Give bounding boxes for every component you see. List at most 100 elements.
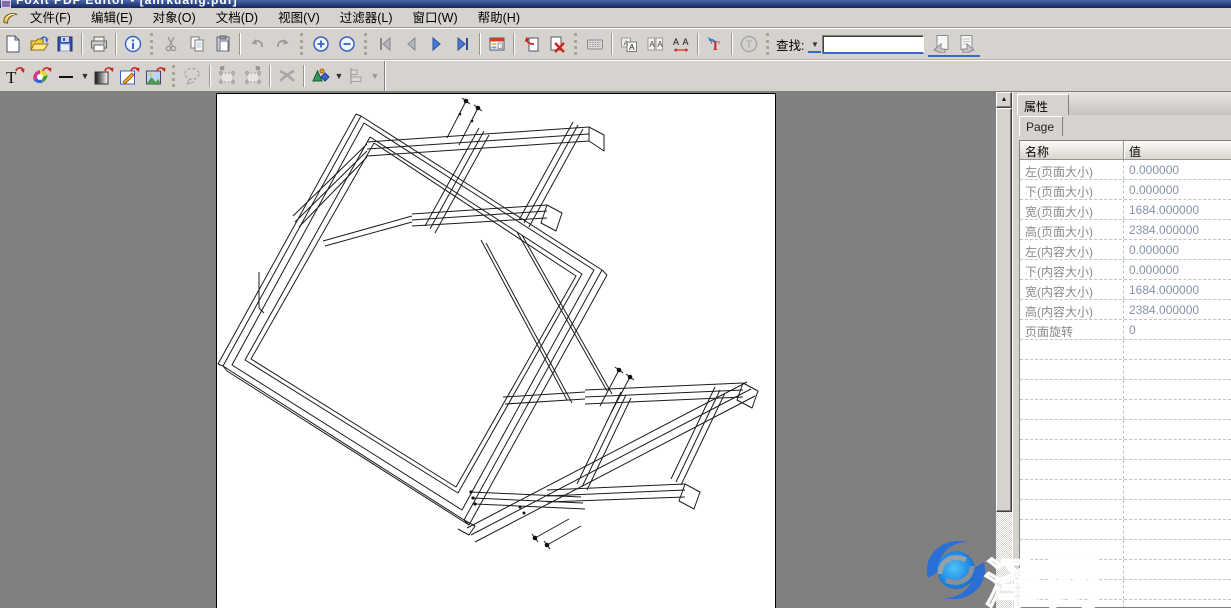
- insert-text-button[interactable]: T: [702, 31, 728, 57]
- shapes-button[interactable]: [308, 63, 334, 89]
- menu-file[interactable]: 文件(F): [20, 9, 81, 27]
- add-color-button[interactable]: [28, 63, 54, 89]
- document-page[interactable]: [216, 93, 776, 608]
- embed-font-icon: AA: [645, 34, 665, 54]
- redo-button[interactable]: [270, 31, 296, 57]
- property-row[interactable]: 页面旋转0: [1020, 320, 1231, 340]
- property-row[interactable]: 宽(内容大小)1684.000000: [1020, 280, 1231, 300]
- name-column-header[interactable]: 名称: [1020, 141, 1124, 159]
- toolbar-drag-handle[interactable]: [766, 33, 770, 55]
- properties-table: 名称 值 左(页面大小)0.000000 下(页面大小)0.000000 宽(页…: [1019, 140, 1231, 608]
- toolbar-drag-handle[interactable]: [300, 33, 304, 55]
- open-button[interactable]: [26, 31, 52, 57]
- title-bar: Foxit PDF Editor - [anrkuang.pdf]: [0, 0, 1231, 8]
- letter-spacing-button[interactable]: AA: [668, 31, 694, 57]
- previous-page-button[interactable]: [398, 31, 424, 57]
- find-next-button[interactable]: [954, 31, 980, 57]
- add-gradient-icon: [92, 65, 114, 87]
- next-page-icon: [427, 34, 447, 54]
- align-button[interactable]: [344, 63, 370, 89]
- vertical-scrollbar[interactable]: ▲: [996, 92, 1012, 608]
- menu-filter[interactable]: 过滤器(L): [330, 9, 403, 27]
- document-info-button[interactable]: [120, 31, 146, 57]
- find-input[interactable]: [822, 35, 924, 54]
- find-dropdown[interactable]: ▼: [808, 36, 821, 53]
- object-toolbar-group: T ▼ ▼ ▼: [0, 61, 385, 91]
- toolbar-separator: [239, 33, 241, 55]
- embed-font-button[interactable]: AA: [642, 31, 668, 57]
- menu-edit[interactable]: 编辑(E): [81, 9, 143, 27]
- copy-icon: [187, 34, 207, 54]
- copy-button[interactable]: [184, 31, 210, 57]
- page-thumbnails-button[interactable]: [484, 31, 510, 57]
- lasso-select-button[interactable]: [180, 63, 206, 89]
- toolbar-separator: [209, 65, 211, 87]
- add-image-button[interactable]: [142, 63, 168, 89]
- properties-tab[interactable]: 属性: [1017, 94, 1069, 115]
- screw-heads: [459, 99, 633, 548]
- print-button[interactable]: [86, 31, 112, 57]
- find-previous-icon: [931, 33, 951, 53]
- zoom-in-button[interactable]: [308, 31, 334, 57]
- svg-text:T: T: [6, 68, 17, 87]
- text-tool-button[interactable]: T: [736, 31, 762, 57]
- delete-object-button[interactable]: [274, 63, 300, 89]
- line-style-button[interactable]: [54, 63, 80, 89]
- find-label: 查找:: [776, 35, 804, 54]
- menu-window[interactable]: 窗口(W): [403, 9, 468, 27]
- scroll-up-button[interactable]: ▲: [996, 92, 1012, 108]
- property-row[interactable]: 左(页面大小)0.000000: [1020, 160, 1231, 180]
- property-row[interactable]: 下(页面大小)0.000000: [1020, 180, 1231, 200]
- edit-image-button[interactable]: [116, 63, 142, 89]
- line-style-dropdown[interactable]: ▼: [80, 71, 90, 81]
- nudge-right-button[interactable]: [240, 63, 266, 89]
- toolbar-drag-handle[interactable]: [574, 33, 578, 55]
- add-text-button[interactable]: T: [2, 63, 28, 89]
- add-gradient-button[interactable]: [90, 63, 116, 89]
- page-tab[interactable]: Page: [1019, 116, 1063, 136]
- app-icon: [1, 0, 11, 8]
- zoom-out-button[interactable]: [334, 31, 360, 57]
- scrollbar-track[interactable]: [996, 512, 1012, 608]
- replace-font-button[interactable]: AA: [616, 31, 642, 57]
- zoom-in-icon: [311, 34, 331, 54]
- value-column-header[interactable]: 值: [1124, 141, 1141, 159]
- last-page-button[interactable]: [450, 31, 476, 57]
- svg-text:T: T: [746, 40, 752, 51]
- text-tool-icon: T: [739, 34, 759, 54]
- toolbar-drag-handle[interactable]: [150, 33, 154, 55]
- cut-button[interactable]: [158, 31, 184, 57]
- property-row[interactable]: 高(页面大小)2384.000000: [1020, 220, 1231, 240]
- delete-page-button[interactable]: [544, 31, 570, 57]
- find-previous-button[interactable]: [928, 31, 954, 57]
- paste-button[interactable]: [210, 31, 236, 57]
- property-row[interactable]: 宽(页面大小)1684.000000: [1020, 200, 1231, 220]
- application-window: Foxit PDF Editor - [anrkuang.pdf] 文件(F) …: [0, 0, 1231, 608]
- insert-page-button[interactable]: [518, 31, 544, 57]
- first-page-button[interactable]: [372, 31, 398, 57]
- menu-view[interactable]: 视图(V): [268, 9, 330, 27]
- toolbar-drag-handle[interactable]: [364, 33, 368, 55]
- next-page-button[interactable]: [424, 31, 450, 57]
- property-row[interactable]: 下(内容大小)0.000000: [1020, 260, 1231, 280]
- menu-help[interactable]: 帮助(H): [468, 9, 530, 27]
- toolbar-drag-handle[interactable]: [172, 65, 176, 87]
- toolbar-separator: [697, 33, 699, 55]
- shapes-icon: [310, 65, 332, 87]
- save-button[interactable]: [52, 31, 78, 57]
- shapes-dropdown[interactable]: ▼: [334, 71, 344, 81]
- keyboard-button[interactable]: [582, 31, 608, 57]
- svg-text:A: A: [624, 41, 629, 48]
- align-dropdown[interactable]: ▼: [370, 71, 380, 81]
- nudge-left-button[interactable]: [214, 63, 240, 89]
- undo-button[interactable]: [244, 31, 270, 57]
- property-row[interactable]: 高(内容大小)2384.000000: [1020, 300, 1231, 320]
- menu-object[interactable]: 对象(O): [143, 9, 206, 27]
- property-row[interactable]: 左(内容大小)0.000000: [1020, 240, 1231, 260]
- menu-bar: 文件(F) 编辑(E) 对象(O) 文档(D) 视图(V) 过滤器(L) 窗口(…: [0, 8, 1231, 28]
- menu-document[interactable]: 文档(D): [206, 9, 268, 27]
- new-button[interactable]: [0, 31, 26, 57]
- scrollbar-thumb[interactable]: [996, 108, 1012, 512]
- keyboard-icon: [585, 34, 605, 54]
- svg-text:A: A: [673, 37, 679, 47]
